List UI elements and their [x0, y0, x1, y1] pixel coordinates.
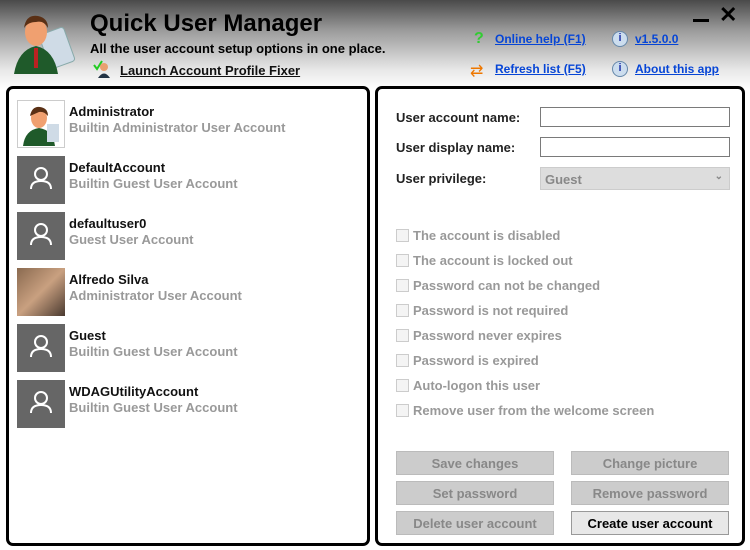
help-icon: ?	[474, 30, 484, 47]
app-logo-icon	[10, 8, 78, 74]
privilege-value: Guest	[545, 172, 582, 187]
user-list-item[interactable]: Alfredo Silva Administrator User Account	[17, 268, 357, 318]
user-icon	[30, 222, 52, 251]
privilege-label: User privilege:	[396, 171, 487, 186]
checkbox-box[interactable]	[396, 279, 409, 292]
admin-avatar	[17, 100, 65, 148]
about-link[interactable]: About this app	[635, 62, 719, 76]
checkbox-box[interactable]	[396, 229, 409, 242]
option-label: Password is expired	[413, 353, 539, 368]
display-name-label: User display name:	[396, 140, 516, 155]
display-name-input[interactable]	[540, 137, 730, 157]
user-name: Alfredo Silva	[69, 272, 149, 287]
save-changes-button[interactable]: Save changes	[396, 451, 554, 475]
user-list-item[interactable]: WDAGUtilityAccount Builtin Guest User Acc…	[17, 380, 357, 430]
close-button[interactable]: ✕	[719, 2, 737, 28]
user-description: Builtin Guest User Account	[69, 400, 238, 415]
checkbox-box[interactable]	[396, 254, 409, 267]
set-password-button[interactable]: Set password	[396, 481, 554, 505]
option-checkbox[interactable]: The account is disabled	[396, 228, 560, 243]
user-name: DefaultAccount	[69, 160, 166, 175]
option-checkbox[interactable]: Password never expires	[396, 328, 562, 343]
option-label: Password can not be changed	[413, 278, 601, 293]
info-icon: i	[612, 61, 628, 77]
user-name: defaultuser0	[69, 216, 147, 231]
option-label: The account is disabled	[413, 228, 561, 243]
account-name-input[interactable]	[540, 107, 730, 127]
online-help-link[interactable]: Online help (F1)	[495, 32, 586, 46]
info-icon: i	[612, 31, 628, 47]
user-photo-avatar	[17, 268, 65, 316]
user-description: Builtin Guest User Account	[69, 176, 238, 191]
user-name: Administrator	[69, 104, 155, 119]
user-name: WDAGUtilityAccount	[69, 384, 199, 399]
option-checkbox[interactable]: The account is locked out	[396, 253, 573, 268]
user-icon	[30, 390, 52, 419]
default-user-avatar	[17, 156, 65, 204]
user-list-item[interactable]: Guest Builtin Guest User Account	[17, 324, 357, 374]
default-user-avatar	[17, 212, 65, 260]
checkbox-box[interactable]	[396, 379, 409, 392]
profile-fixer-icon	[93, 60, 111, 78]
option-label: Auto-logon this user	[413, 378, 541, 393]
user-list-item[interactable]: defaultuser0 Guest User Account	[17, 212, 357, 262]
app-subtitle: All the user account setup options in on…	[90, 41, 386, 56]
refresh-icon: ⇄	[470, 63, 484, 80]
option-checkbox[interactable]: Remove user from the welcome screen	[396, 403, 654, 418]
option-checkbox[interactable]: Auto-logon this user	[396, 378, 540, 393]
option-checkbox[interactable]: Password is not required	[396, 303, 568, 318]
remove-password-button[interactable]: Remove password	[571, 481, 729, 505]
option-label: Remove user from the welcome screen	[413, 403, 655, 418]
option-checkbox[interactable]: Password is expired	[396, 353, 539, 368]
checkbox-box[interactable]	[396, 329, 409, 342]
user-name: Guest	[69, 328, 106, 343]
user-icon	[30, 334, 52, 363]
delete-user-button[interactable]: Delete user account	[396, 511, 554, 535]
default-user-avatar	[17, 324, 65, 372]
option-label: The account is locked out	[413, 253, 573, 268]
user-icon	[30, 166, 52, 195]
privilege-select[interactable]: Guest ⌄	[540, 167, 730, 190]
version-link[interactable]: v1.5.0.0	[635, 32, 678, 46]
app-title: Quick User Manager	[90, 10, 323, 37]
create-user-button[interactable]: Create user account	[571, 511, 729, 535]
launch-profile-fixer-link[interactable]: Launch Account Profile Fixer	[120, 63, 300, 78]
option-checkbox[interactable]: Password can not be changed	[396, 278, 600, 293]
user-description: Builtin Guest User Account	[69, 344, 238, 359]
user-description: Administrator User Account	[69, 288, 242, 303]
checkbox-box[interactable]	[396, 404, 409, 417]
minimize-button[interactable]	[693, 14, 709, 22]
refresh-list-link[interactable]: Refresh list (F5)	[495, 62, 586, 76]
option-label: Password never expires	[413, 328, 562, 343]
user-list-item[interactable]: DefaultAccount Builtin Guest User Account	[17, 156, 357, 206]
checkbox-box[interactable]	[396, 354, 409, 367]
user-description: Guest User Account	[69, 232, 194, 247]
chevron-down-icon: ⌄	[714, 171, 723, 182]
option-label: Password is not required	[413, 303, 569, 318]
checkbox-box[interactable]	[396, 304, 409, 317]
user-list-item[interactable]: Administrator Builtin Administrator User …	[17, 100, 357, 150]
user-list-panel: Administrator Builtin Administrator User …	[6, 86, 370, 546]
change-picture-button[interactable]: Change picture	[571, 451, 729, 475]
user-details-panel: User account name: User display name: Us…	[375, 86, 745, 546]
default-user-avatar	[17, 380, 65, 428]
account-name-label: User account name:	[396, 110, 521, 125]
user-description: Builtin Administrator User Account	[69, 120, 286, 135]
